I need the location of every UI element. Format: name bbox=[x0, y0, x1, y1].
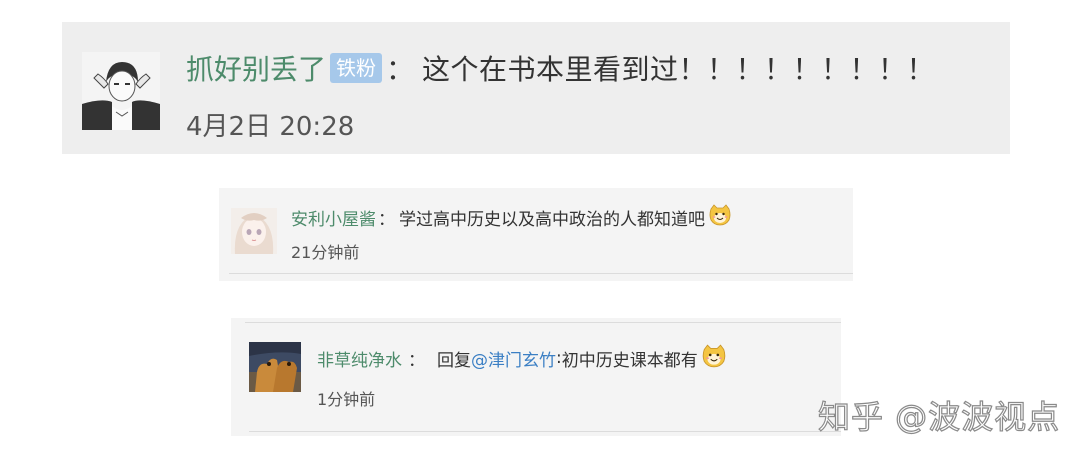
smiling-cat-face-icon bbox=[708, 203, 732, 232]
comment-timestamp: 4月2日 20:28 bbox=[186, 112, 355, 142]
comment-header: 非草纯净水 ： 回复 @津门玄竹 : 初中历史课本都有 bbox=[317, 344, 727, 372]
smiling-cat-face-icon bbox=[701, 343, 727, 374]
screenshot-stage: 抓好别丢了 铁粉 ： 这个在书本里看到过！！！！！！！！！ 4月2日 20:28… bbox=[0, 0, 1080, 460]
username-link[interactable]: 抓好别丢了 bbox=[186, 48, 326, 88]
comment-text: 这个在书本里看到过！！！！！！！！！ bbox=[422, 53, 936, 86]
comment-timestamp: 21分钟前 bbox=[291, 243, 360, 262]
camels-photo-icon bbox=[249, 342, 301, 392]
username-link[interactable]: 非草纯净水 bbox=[317, 346, 402, 371]
reply-prefix: 回复 bbox=[437, 350, 471, 371]
divider bbox=[229, 273, 853, 274]
user-avatar[interactable] bbox=[249, 342, 301, 392]
divider bbox=[245, 322, 841, 323]
colon-separator: ： bbox=[386, 53, 415, 86]
divider bbox=[249, 431, 841, 432]
anime-girl-icon bbox=[231, 208, 277, 254]
comment-text: 初中历史课本都有 bbox=[561, 350, 698, 371]
zhihu-watermark: 知乎 @波波视点 bbox=[817, 397, 1061, 436]
username-link[interactable]: 安利小屋酱 bbox=[291, 205, 376, 230]
comment-text: 学过高中历史以及高中政治的人都知道吧 bbox=[399, 209, 705, 230]
fan-badge[interactable]: 铁粉 bbox=[330, 53, 383, 83]
comment-card: 安利小屋酱 ： 学过高中历史以及高中政治的人都知道吧 21分钟前 bbox=[219, 188, 853, 281]
comment-header: 抓好别丢了 铁粉 ： 这个在书本里看到过！！！！！！！！！ bbox=[186, 50, 935, 86]
mention-link[interactable]: @津门玄竹 bbox=[471, 346, 556, 371]
user-avatar[interactable] bbox=[82, 52, 160, 130]
comment-timestamp: 1分钟前 bbox=[317, 390, 376, 409]
user-avatar[interactable] bbox=[231, 208, 277, 254]
comment-card: 非草纯净水 ： 回复 @津门玄竹 : 初中历史课本都有 1分钟前 bbox=[231, 318, 841, 436]
colon-separator: ： bbox=[408, 350, 425, 371]
comment-header: 安利小屋酱 ： 学过高中历史以及高中政治的人都知道吧 bbox=[291, 203, 732, 232]
comment-card: 抓好别丢了 铁粉 ： 这个在书本里看到过！！！！！！！！！ 4月2日 20:28 bbox=[62, 22, 1010, 154]
colon-separator: ： bbox=[378, 209, 395, 230]
sketch-portrait-icon bbox=[82, 52, 160, 130]
